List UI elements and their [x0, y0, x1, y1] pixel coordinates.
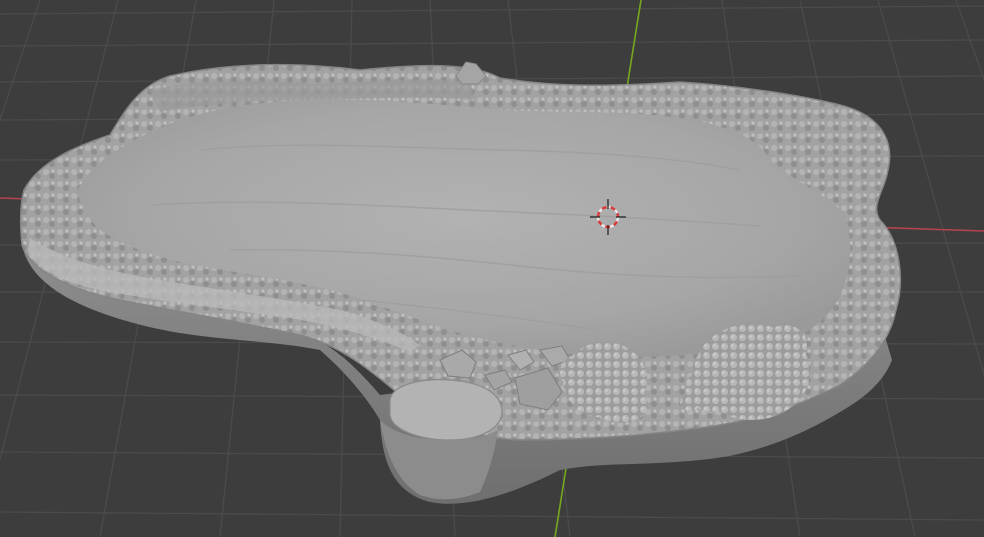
3d-viewport[interactable] — [0, 0, 984, 537]
rock-slab — [389, 379, 503, 441]
terrain-mesh[interactable] — [19, 61, 902, 504]
viewport-canvas[interactable] — [0, 0, 984, 537]
rim-spike — [455, 61, 487, 85]
